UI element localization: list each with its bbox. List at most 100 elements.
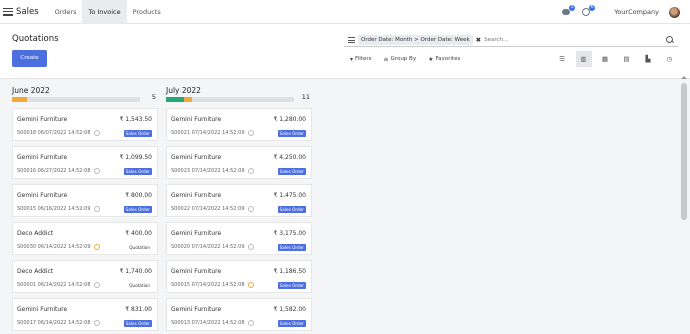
activity-view-icon[interactable]: ◷ xyxy=(662,51,678,67)
card-reference: S00023 07/14/2022 14:52:09 xyxy=(171,168,245,174)
column-title[interactable]: July 2022 xyxy=(166,85,312,96)
status-badge: Sales Order xyxy=(277,167,306,175)
status-badge: Sales Order xyxy=(123,205,152,213)
favorites-label: Favorites xyxy=(435,56,461,62)
column-count: 11 xyxy=(301,93,310,101)
kanban-card[interactable]: Gemini Furniture ₹ 1,582.00 S00013 07/14/2… xyxy=(166,298,312,331)
remove-facet-icon[interactable]: ✖ xyxy=(476,36,481,44)
menu-orders[interactable]: Orders xyxy=(49,0,83,24)
card-reference: S00022 07/14/2022 14:52:09 xyxy=(171,206,245,212)
activity-clock-icon[interactable] xyxy=(94,130,100,136)
status-badge: Sales Order xyxy=(277,319,306,327)
activity-clock-icon[interactable] xyxy=(248,130,254,136)
status-badge: Sales Order xyxy=(277,129,306,137)
column-progress-bar[interactable] xyxy=(166,97,294,102)
card-partner: Gemini Furniture xyxy=(17,192,68,199)
company-switcher[interactable]: YourCompany xyxy=(614,8,659,16)
kanban-card[interactable]: Deco Addict ₹ 400.00 S00030 06/14/2022 14:… xyxy=(12,222,158,255)
activities-icon[interactable]: 6 xyxy=(582,5,596,17)
card-reference: S00016 06/27/2022 14:52:08 xyxy=(17,168,91,174)
card-partner: Gemini Furniture xyxy=(171,230,222,237)
search-input[interactable] xyxy=(484,37,666,43)
card-partner: Gemini Furniture xyxy=(171,154,222,161)
scrollbar-thumb[interactable] xyxy=(681,83,687,220)
card-amount: ₹ 1,582.00 xyxy=(273,306,306,313)
card-reference: S00021 07/14/2022 14:52:09 xyxy=(171,130,245,136)
activity-clock-icon[interactable] xyxy=(94,320,100,326)
card-partner: Deco Addict xyxy=(17,268,54,275)
card-amount: ₹ 831.00 xyxy=(125,306,152,313)
status-badge: Sales Order xyxy=(123,167,152,175)
card-amount: ₹ 3,175.00 xyxy=(273,230,306,237)
activity-clock-icon[interactable] xyxy=(248,168,254,174)
kanban-card[interactable]: Gemini Furniture ₹ 3,175.00 S00020 07/14/2… xyxy=(166,222,312,255)
column-title[interactable]: June 2022 xyxy=(12,85,158,96)
kanban-column: June 2022 5 Gemini Furniture ₹ 1,543.50 S000… xyxy=(12,80,158,331)
activity-clock-icon[interactable] xyxy=(248,206,254,212)
app-title[interactable]: Sales xyxy=(16,7,39,17)
activity-clock-icon[interactable] xyxy=(94,206,100,212)
groupby-label: Group By xyxy=(390,56,417,62)
column-progress-bar[interactable] xyxy=(12,97,140,102)
activity-clock-icon[interactable] xyxy=(248,244,254,250)
top-navbar: Sales Orders To Invoice Products 5 6 You… xyxy=(0,0,690,24)
kanban-card[interactable]: Gemini Furniture ₹ 1,099.50 S00016 06/27/2… xyxy=(12,146,158,179)
filters-dropdown[interactable]: ▾ Filters xyxy=(350,56,372,63)
kanban-card[interactable]: Gemini Furniture ₹ 1,280.00 S00021 07/14/2… xyxy=(166,108,312,141)
card-partner: Gemini Furniture xyxy=(17,306,68,313)
calendar-view-icon[interactable]: ▦ xyxy=(597,51,613,67)
kanban-card[interactable]: Gemini Furniture ₹ 4,250.00 S00023 07/14/2… xyxy=(166,146,312,179)
kanban-card[interactable]: Gemini Furniture ₹ 800.00 S00015 06/16/202… xyxy=(12,184,158,217)
control-panel: Quotations Create Order Date: Month > Or… xyxy=(0,24,690,79)
card-reference: S00018 06/07/2022 14:52:08 xyxy=(17,130,91,136)
card-partner: Gemini Furniture xyxy=(171,116,222,123)
status-badge: Sales Order xyxy=(277,281,306,289)
menu-products[interactable]: Products xyxy=(127,0,167,24)
card-reference: S00015 06/16/2022 14:52:09 xyxy=(17,206,91,212)
create-button[interactable]: Create xyxy=(12,50,47,67)
pivot-view-icon[interactable]: ▤ xyxy=(619,51,635,67)
progress-segment[interactable] xyxy=(12,97,28,102)
card-amount: ₹ 1,186.50 xyxy=(273,268,306,275)
menu-to-invoice[interactable]: To Invoice xyxy=(82,0,127,24)
scroll-up-arrow[interactable] xyxy=(681,76,687,79)
view-switcher: ☰ ▥ ▦ ▤ ▙ ◷ xyxy=(554,51,683,67)
graph-view-icon[interactable]: ▙ xyxy=(640,51,656,67)
groupby-dropdown[interactable]: ≡ Group By xyxy=(384,56,417,63)
app-menu-icon[interactable] xyxy=(3,7,13,16)
card-amount: ₹ 400.00 xyxy=(125,230,152,237)
favorites-dropdown[interactable]: ★ Favorites xyxy=(428,56,460,63)
kanban-card[interactable]: Deco Addict ₹ 1,740.00 S00001 06/14/2022 1… xyxy=(12,260,158,293)
card-reference: S00013 07/14/2022 14:52:08 xyxy=(171,320,245,326)
progress-segment[interactable] xyxy=(183,97,192,102)
card-partner: Gemini Furniture xyxy=(171,268,222,275)
kanban-card[interactable]: Gemini Furniture ₹ 1,543.50 S00018 06/07/2… xyxy=(12,108,158,141)
activity-clock-icon[interactable] xyxy=(248,320,254,326)
status-badge: Sales Order xyxy=(123,319,152,327)
activity-clock-icon[interactable] xyxy=(94,168,100,174)
list-view-icon[interactable]: ☰ xyxy=(554,51,570,67)
kanban-view-icon[interactable]: ▥ xyxy=(575,51,592,67)
activity-clock-icon[interactable] xyxy=(94,282,100,288)
card-amount: ₹ 1,280.00 xyxy=(273,116,306,123)
star-icon: ★ xyxy=(428,55,434,63)
progress-segment[interactable] xyxy=(166,97,184,102)
user-avatar[interactable] xyxy=(669,6,680,18)
card-amount: ₹ 1,543.50 xyxy=(119,116,152,123)
column-count: 5 xyxy=(151,93,156,101)
card-partner: Gemini Furniture xyxy=(171,192,222,199)
messages-icon[interactable]: 5 xyxy=(562,5,576,17)
filter-icon: ▾ xyxy=(350,55,354,63)
kanban-card[interactable]: Gemini Furniture ₹ 1,186.50 S00015 07/14/2… xyxy=(166,260,312,293)
layers-icon: ≡ xyxy=(383,55,389,63)
activity-clock-icon[interactable] xyxy=(94,244,100,250)
kanban-card[interactable]: Gemini Furniture ₹ 831.00 S00017 06/14/202… xyxy=(12,298,158,331)
card-reference: S00017 06/14/2022 14:52:08 xyxy=(17,320,91,326)
card-partner: Gemini Furniture xyxy=(17,116,68,123)
vertical-scrollbar[interactable] xyxy=(681,76,687,334)
card-partner: Gemini Furniture xyxy=(171,306,222,313)
activity-clock-icon[interactable] xyxy=(248,282,254,288)
search-icon[interactable] xyxy=(666,36,674,44)
kanban-board: June 2022 5 Gemini Furniture ₹ 1,543.50 S000… xyxy=(0,80,678,334)
kanban-card[interactable]: Gemini Furniture ₹ 1,475.00 S00022 07/14/2… xyxy=(166,184,312,217)
